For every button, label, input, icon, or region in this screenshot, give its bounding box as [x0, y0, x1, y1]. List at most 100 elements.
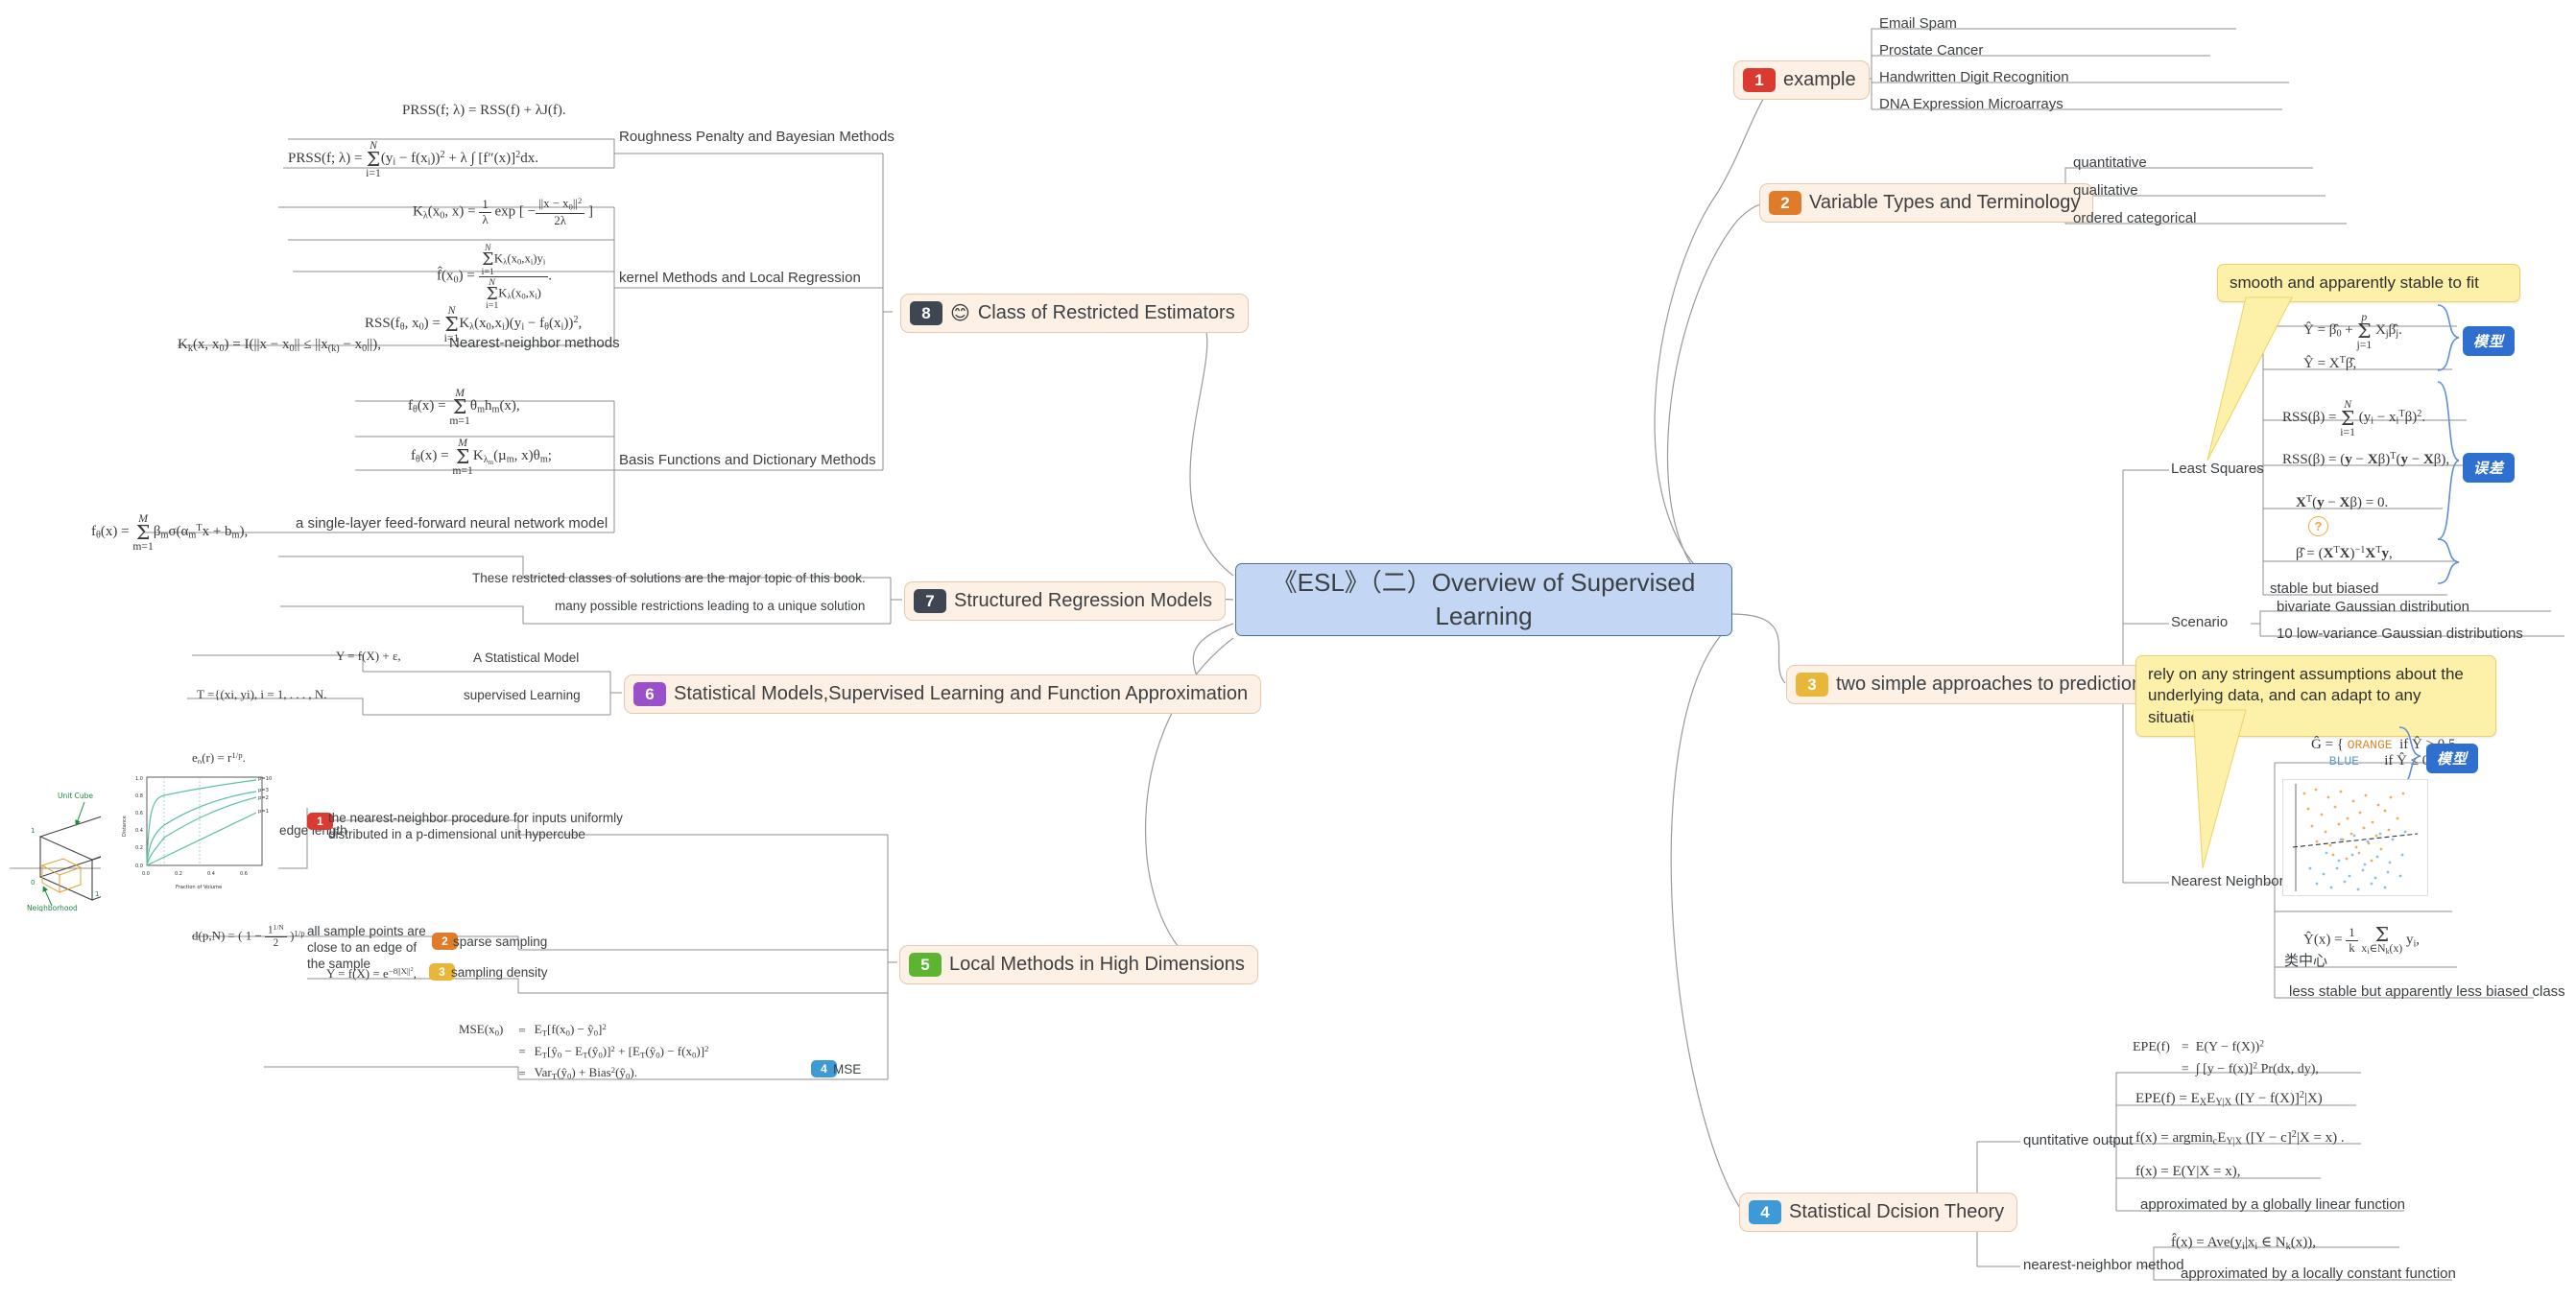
formula-prss-simple: PRSS(f; λ) = RSS(f) + λJ(f). — [402, 103, 566, 118]
callout-no-assumptions: rely on any stringent assumptions about … — [2135, 655, 2496, 738]
topic-two-approaches[interactable]: 3 two simple approaches to prediction — [1786, 665, 2157, 704]
leaf-restricted-classes[interactable]: These restricted classes of solutions ar… — [472, 571, 866, 587]
svg-text:1.0: 1.0 — [135, 776, 143, 782]
leaf-quantitative[interactable]: quantitative — [2073, 154, 2147, 173]
svg-text:p=2: p=2 — [258, 795, 269, 801]
svg-text:p=10: p=10 — [258, 776, 272, 782]
topic-badge-1: 1 — [1743, 68, 1776, 92]
svg-text:0.6: 0.6 — [240, 871, 248, 877]
group-least-squares[interactable]: Least Squares — [2171, 461, 2264, 479]
topic-label-1: example — [1783, 69, 1856, 90]
topic-badge-5: 5 — [909, 953, 942, 977]
formula-rss-matrix: RSS(β) = (y − Xβ)T(y − Xβ), — [2282, 451, 2450, 467]
topic-label-3: two simple approaches to prediction — [1836, 674, 2143, 695]
svg-text:Unit Cube: Unit Cube — [58, 792, 93, 800]
topic-label-6: Statistical Models,Supervised Learning a… — [674, 683, 1249, 704]
group-scenario[interactable]: Scenario — [2171, 614, 2228, 632]
group-quantitative-output[interactable]: quntitative output — [2023, 1132, 2133, 1150]
leaf-low-variance-gaussian[interactable]: 10 low-variance Gaussian distributions — [2277, 626, 2523, 644]
formula-epe: EPE(f) = E(Y − f(X))2 = ∫ [y − f(x)]2 Pr(dx… — [2133, 1039, 2319, 1076]
topic-local-methods[interactable]: 5 Local Methods in High Dimensions — [899, 945, 1258, 984]
tag-model-least-squares: 模型 — [2463, 326, 2516, 356]
topic-label-8: Class of Restricted Estimators — [977, 302, 1235, 323]
topic-decision-theory[interactable]: 4 Statistical Dcision Theory — [1739, 1193, 2018, 1232]
formula-rss-sum: RSS(β) = N Σi=1 (yi − xiTβ)2. — [2282, 398, 2426, 439]
topic-restricted-estimators[interactable]: 8 😊 Class of Restricted Estimators — [900, 294, 1249, 333]
leaf-locally-constant[interactable]: approximated by a locally constant funct… — [2181, 1266, 2456, 1284]
svg-text:1: 1 — [31, 827, 35, 835]
smiley-icon: 😊 — [950, 302, 970, 324]
svg-text:0.8: 0.8 — [135, 793, 143, 799]
svg-text:p=1: p=1 — [258, 809, 269, 815]
leaf-nn-procedure-hypercube[interactable]: the nearest-neighbor procedure for input… — [328, 811, 664, 843]
formula-rss-local: RSS(fθ, x0) = N Σi=1Kλ(x0,xi)(yi − fθ(xi)… — [365, 304, 583, 345]
question-mark-icon[interactable]: ? — [2308, 516, 2328, 536]
leaf-prostate-cancer[interactable]: Prostate Cancer — [1879, 42, 1983, 60]
svg-text:Neighborhood: Neighborhood — [27, 904, 78, 911]
leaf-supervised-learning[interactable]: supervised Learning — [464, 688, 581, 704]
topic-badge-6: 6 — [633, 682, 666, 706]
formula-kernel-gauss: Kλ(x0, x) = 1λ exp [ − ||x − x0||2 2λ ] — [413, 196, 594, 227]
callout-smooth-stable: smooth and apparently stable to fit — [2217, 264, 2520, 303]
formula-prss-full: PRSS(f; λ) = N Σi=1(yi − f(xi))2 + λ ∫ [f… — [288, 139, 539, 180]
group-nearest-neighbors[interactable]: Nearest Neighbors — [2171, 873, 2291, 891]
leaf-mse[interactable]: MSE — [833, 1062, 861, 1078]
formula-fx-argmin: f(x) = argmincEY|X ([Y − c]2|X = x) . — [2135, 1129, 2345, 1147]
leaf-digit-recognition[interactable]: Handwritten Digit Recognition — [1879, 69, 2069, 87]
svg-text:p=3: p=3 — [258, 788, 269, 793]
topic-statistical-models[interactable]: 6 Statistical Models,Supervised Learning… — [624, 674, 1262, 714]
formula-linear-model: Ŷ = β̂0 + p Σj=1 Xjβ̂j. — [2303, 311, 2402, 352]
leaf-globally-linear[interactable]: approximated by a globally linear functi… — [2140, 1196, 2405, 1215]
formula-sampling-density: Y = f(X) = e−8||X||2, — [326, 966, 417, 982]
topic-example[interactable]: 1 example — [1733, 60, 1870, 100]
svg-text:0.0: 0.0 — [142, 871, 150, 877]
formula-nadaraya-watson: f̂(x0) = N Σi=1Kλ(x0,xi)yi N Σi=1Kλ(x0,xi). — [437, 243, 553, 312]
topic-badge-7: 7 — [914, 589, 946, 613]
leaf-bivariate-gaussian[interactable]: bivariate Gaussian distribution — [2277, 599, 2469, 617]
chart-svg: p=10 p=3 p=2 p=1 0.0 0.2 0.4 0.6 0.8 1.0 0.0… — [101, 764, 278, 903]
svg-text:1: 1 — [95, 890, 99, 898]
topic-structured-regression[interactable]: 7 Structured Regression Models — [904, 581, 1227, 621]
group-kernel-methods[interactable]: kernel Methods and Local Regression — [619, 270, 861, 288]
topic-badge-8: 8 — [910, 301, 942, 325]
formula-fhat-ave: f̂(x) = Ave(yi|xi ∈ Nk(x)), — [2171, 1235, 2316, 1252]
scatter-plot-thumbnail — [2282, 779, 2428, 896]
formula-fx-conditional-mean: f(x) = E(Y|X = x), — [2135, 1164, 2241, 1179]
tag-model-nn: 模型 — [2426, 744, 2479, 773]
leaf-qualitative[interactable]: qualitative — [2073, 182, 2138, 201]
chart-ylabel: Distance — [122, 816, 128, 837]
formula-mse-decomposition: MSE(x0) = ET[f(x0) − ŷ0]2 = ET[ŷ0 − ET(ŷ0)]… — [459, 1021, 709, 1081]
central-topic-label: 《ESL》（二）Overview of Supervised Learning — [1272, 567, 1696, 630]
leaf-dna-microarrays[interactable]: DNA Expression Microarrays — [1879, 96, 2063, 114]
topic-label-2: Variable Types and Terminology — [1809, 192, 2081, 213]
group-neural-network[interactable]: a single-layer feed-forward neural netwo… — [296, 515, 608, 533]
leaf-class-center[interactable]: 类中心 — [2284, 952, 2327, 970]
svg-text:0.0: 0.0 — [135, 863, 143, 869]
group-basis-functions[interactable]: Basis Functions and Dictionary Methods — [619, 452, 876, 470]
formula-edge-length: d(p,N) = ( 1 − 11/N 2 )1/p — [192, 923, 305, 950]
topic-badge-3: 3 — [1796, 673, 1828, 697]
svg-text:0.4: 0.4 — [207, 871, 215, 877]
leaf-stable-but-biased[interactable]: stable but biased — [2270, 580, 2378, 599]
leaf-sparse-sampling[interactable]: sparse sampling — [453, 934, 547, 951]
svg-text:0.2: 0.2 — [175, 871, 182, 877]
formula-training-set: T ={(xi, yi), i = 1, . . . , N. — [197, 687, 327, 701]
central-topic[interactable]: 《ESL》（二）Overview of Supervised Learning — [1235, 563, 1732, 636]
formula-epe-conditional: EPE(f) = EXEY|X ([Y − f(X)]2|X) — [2135, 1090, 2323, 1108]
group-roughness-penalty[interactable]: Roughness Penalty and Bayesian Methods — [619, 129, 894, 147]
formula-beta-hat: β̂ = (XTX)−1XTy, — [2296, 545, 2393, 561]
topic-label-7: Structured Regression Models — [954, 590, 1213, 611]
leaf-email-spam[interactable]: Email Spam — [1879, 15, 1957, 34]
group-nn-method[interactable]: nearest-neighbor method — [2023, 1257, 2184, 1275]
formula-normal-equations: XT(y − Xβ) = 0. — [2296, 494, 2389, 510]
leaf-sampling-density[interactable]: sampling density — [451, 965, 548, 982]
leaf-less-stable-note[interactable]: less stable but apparently less biased c… — [2289, 983, 2565, 1002]
leaf-a-statistical-model[interactable]: A Statistical Model — [473, 650, 579, 667]
formula-knn-kernel: Kk(x, x0) = I(||x − x0|| ≤ ||x(k) − x0||… — [178, 337, 382, 354]
leaf-ordered-categorical[interactable]: ordered categorical — [2073, 210, 2196, 228]
formula-kernel-basis: fθ(x) = M Σm=1Kλm(µm, x)θm; — [411, 437, 552, 478]
svg-text:0.4: 0.4 — [135, 828, 143, 834]
leaf-many-restrictions[interactable]: many possible restrictions leading to a … — [555, 599, 865, 615]
topic-variable-types[interactable]: 2 Variable Types and Terminology — [1759, 183, 2094, 223]
svg-text:0: 0 — [31, 879, 35, 887]
